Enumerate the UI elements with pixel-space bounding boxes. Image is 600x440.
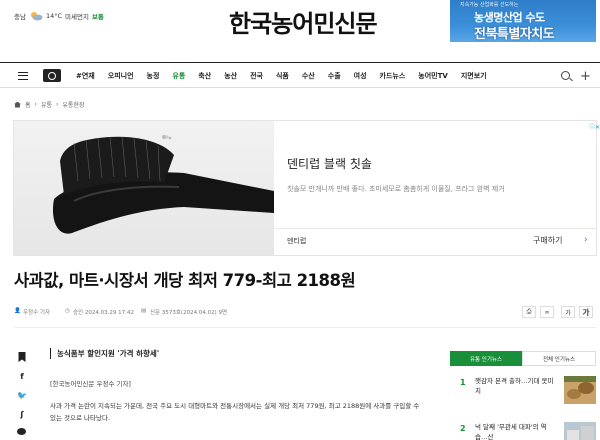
breadcrumb-separator-icon: › bbox=[55, 101, 59, 108]
article-body: 사과 가격 논란이 지속되는 가운데, 전국 주요 도시 대형마트와 전통시장에… bbox=[50, 402, 420, 422]
breadcrumb: 홈 › 유통 › 유통현장 bbox=[14, 100, 84, 109]
nav-item[interactable]: 유통 bbox=[172, 71, 185, 81]
ad-title[interactable]: 덴티럽 블랙 칫솔 bbox=[287, 155, 372, 172]
nav-item[interactable]: 수출 bbox=[328, 71, 341, 81]
article-headline: 사과값, 마트·시장서 개당 최저 779-최고 2188원 bbox=[14, 271, 356, 290]
news-thumbnail[interactable] bbox=[564, 422, 596, 440]
news-title[interactable]: 햇감자 본격 출하…기대 못미치 bbox=[475, 376, 559, 396]
nav-item[interactable]: 농정 bbox=[147, 71, 160, 81]
breadcrumb-home[interactable]: 홈 bbox=[25, 100, 31, 109]
popular-news: 유통 인기뉴스 전체 인기뉴스 1 햇감자 본격 출하…기대 못미치 2 넉 달… bbox=[450, 351, 596, 440]
chevron-right-icon[interactable]: › bbox=[584, 235, 588, 245]
nav-item[interactable]: 축산 bbox=[198, 71, 211, 81]
nav-item[interactable]: 농어민TV bbox=[418, 71, 448, 81]
share-bar: f 🐦 ʃ bbox=[17, 352, 29, 440]
banner-line-2: 전북특별자치도 bbox=[474, 27, 555, 42]
rank-number: 2 bbox=[460, 424, 466, 433]
meta-divider bbox=[14, 327, 596, 328]
link-icon[interactable]: ∞ bbox=[540, 306, 554, 318]
popular-tabs: 유통 인기뉴스 전체 인기뉴스 bbox=[450, 351, 596, 366]
author-icon: 👤 bbox=[14, 308, 21, 314]
nav-item[interactable]: 지면보기 bbox=[461, 71, 487, 81]
weather-temp: 14°C bbox=[45, 12, 63, 20]
font-increase-button[interactable]: 가 bbox=[579, 306, 593, 318]
dust-label: 미세먼지 bbox=[65, 13, 89, 21]
twitter-icon[interactable]: 🐦 bbox=[17, 390, 27, 400]
article-subhead: 농식품부 할인지원 '가격 하향세' bbox=[50, 348, 159, 359]
partly-cloudy-icon bbox=[30, 12, 43, 21]
bookmark-icon[interactable] bbox=[18, 352, 26, 362]
nav-item[interactable]: 수산 bbox=[302, 71, 315, 81]
toothbrush-ad-image[interactable] bbox=[14, 121, 274, 255]
newspaper-icon: ▤ bbox=[141, 308, 147, 314]
plus-icon[interactable]: + bbox=[580, 69, 591, 84]
ad-buy-button[interactable]: 구매하기 bbox=[533, 235, 562, 246]
hamburger-menu-icon[interactable] bbox=[18, 72, 28, 80]
nav-item[interactable]: 식품 bbox=[276, 71, 289, 81]
home-icon[interactable] bbox=[14, 101, 21, 108]
clock-icon: ◷ bbox=[65, 308, 70, 314]
font-decrease-button[interactable]: 가 bbox=[561, 306, 575, 318]
breadcrumb-separator-icon: › bbox=[34, 101, 37, 108]
breadcrumb-level1[interactable]: 유통 bbox=[41, 100, 52, 109]
nav-item[interactable]: 여성 bbox=[354, 71, 367, 81]
nav-item[interactable]: #연재 bbox=[76, 71, 95, 81]
search-icon[interactable] bbox=[561, 71, 570, 80]
ad-advertiser: 덴티럽 bbox=[287, 237, 307, 245]
weather-widget: 충남 14°C 미세먼지 보통 bbox=[14, 11, 104, 21]
tab-category-popular[interactable]: 유통 인기뉴스 bbox=[450, 351, 522, 366]
camera-icon[interactable] bbox=[43, 69, 61, 82]
comment-icon[interactable] bbox=[17, 428, 26, 435]
rank-number: 1 bbox=[460, 378, 466, 387]
print-icon[interactable]: ⎙ bbox=[522, 306, 536, 318]
display-ad[interactable]: ⓘ✕ 덴티럽 블랙 칫솔 칫솔모 만개니까 만배 좋다. 초미세모로 촘촘하게 … bbox=[13, 120, 600, 256]
tab-all-popular[interactable]: 전체 인기뉴스 bbox=[522, 351, 596, 366]
top-banner-ad[interactable]: 지속가능 산업화를 선도하는 농생명산업 수도 전북특별자치도 bbox=[450, 0, 596, 42]
article-edition: 신문 3573호(2024.04.02) 9면 bbox=[150, 310, 228, 316]
ad-divider bbox=[275, 228, 597, 229]
facebook-icon[interactable]: f bbox=[17, 371, 27, 381]
ad-choices-icon[interactable]: ⓘ✕ bbox=[589, 122, 600, 131]
main-nav: #연재 오피니언 농정 유통 축산 농산 전국 식품 수산 수출 여성 카드뉴스 농어민TV 지면보기 + bbox=[0, 62, 600, 88]
nav-item[interactable]: 오피니언 bbox=[108, 71, 134, 81]
site-logo[interactable]: 한국농어민신문 bbox=[229, 4, 378, 39]
weather-region: 충남 bbox=[14, 13, 26, 21]
nav-item[interactable]: 전국 bbox=[250, 71, 263, 81]
kakaostory-icon[interactable]: ʃ bbox=[17, 409, 27, 419]
article-approved-time: 승인 2024.03.29 17:42 bbox=[73, 310, 134, 316]
nav-item[interactable]: 카드뉴스 bbox=[380, 71, 406, 81]
nav-item[interactable]: 농산 bbox=[224, 71, 237, 81]
news-title[interactable]: 넉 달째 '무관세 대파'의 역습…산 bbox=[475, 422, 559, 440]
article-byline: [한국농어민신문 우정수 기자] bbox=[50, 380, 131, 388]
toothbrush-illustration bbox=[53, 135, 274, 234]
dust-status: 보통 bbox=[91, 13, 104, 21]
top-bar: 충남 14°C 미세먼지 보통 한국농어민신문 지속가능 산업화를 선도하는 농… bbox=[0, 0, 600, 60]
news-thumbnail[interactable] bbox=[564, 376, 596, 404]
nav-items: #연재 오피니언 농정 유통 축산 농산 전국 식품 수산 수출 여성 카드뉴스 농어민TV 지면보기 bbox=[76, 63, 500, 89]
list-item[interactable]: 2 넉 달째 '무관세 대파'의 역습…산 bbox=[450, 422, 596, 440]
ad-description: 칫솔모 만개니까 만배 좋다. 초미세모로 촘촘하게 이물질, 프라그 완벽 제… bbox=[287, 185, 505, 193]
breadcrumb-level2[interactable]: 유통현장 bbox=[62, 100, 84, 109]
article-author: 우정수 기자 bbox=[23, 310, 51, 316]
list-item[interactable]: 1 햇감자 본격 출하…기대 못미치 bbox=[450, 376, 596, 412]
banner-small-text: 지속가능 산업화를 선도하는 bbox=[460, 2, 519, 8]
article-meta: 👤 우정수 기자 ◷ 승인 2024.03.29 17:42 ▤ 신문 3573… bbox=[14, 306, 596, 320]
